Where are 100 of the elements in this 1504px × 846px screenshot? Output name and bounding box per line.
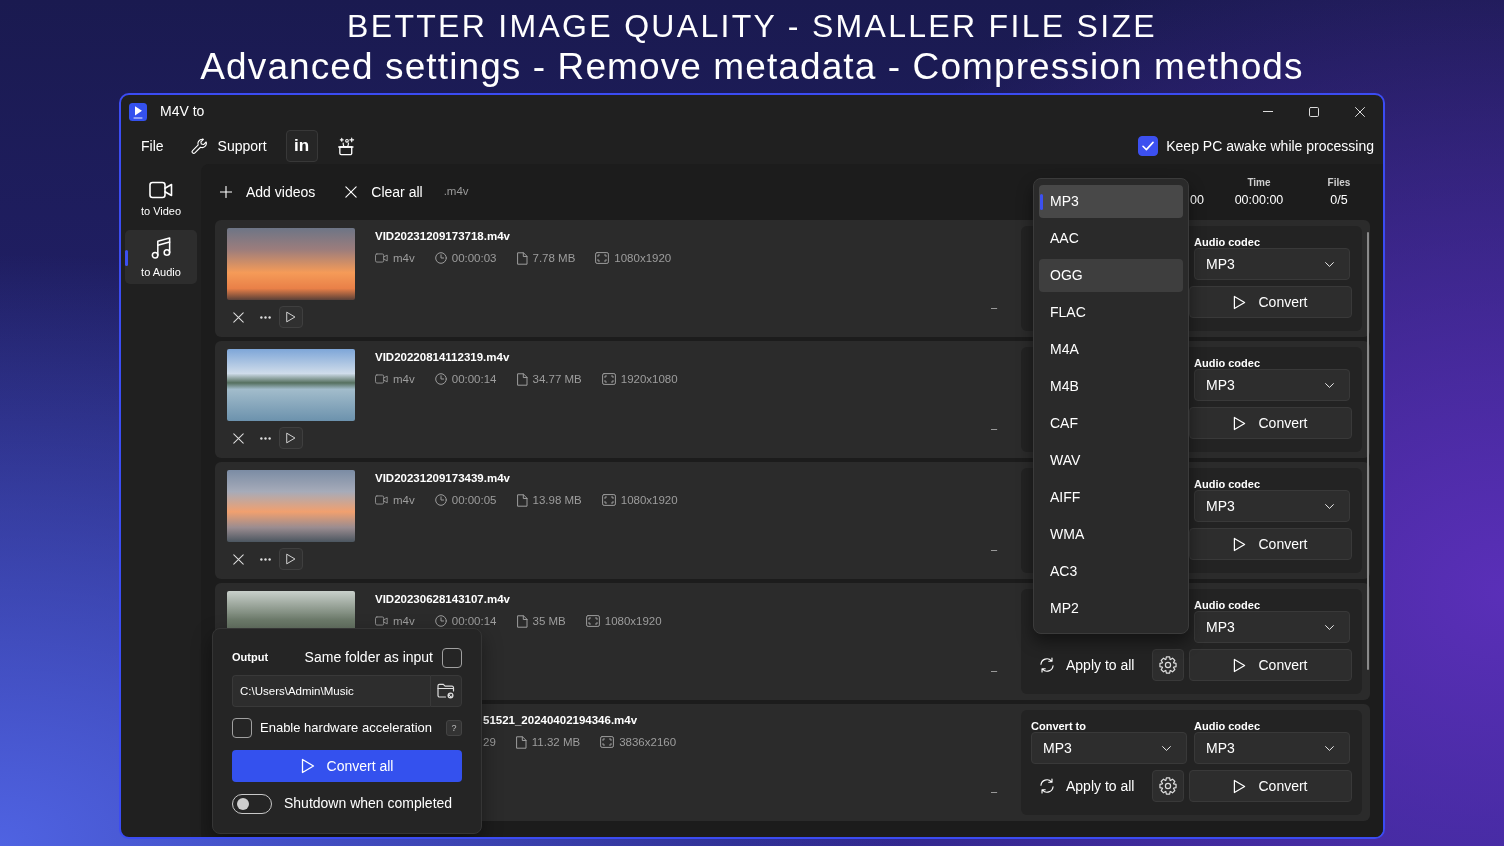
keep-awake-checkbox[interactable] [1138, 136, 1159, 156]
support-button[interactable]: Support [182, 130, 275, 162]
file-name: VID20231209173439.m4v [375, 471, 510, 485]
window-title: M4V to [160, 102, 205, 121]
dropdown-item[interactable]: M4B [1039, 370, 1183, 403]
format-text: m4v [393, 614, 415, 628]
codec-dropdown[interactable]: MP3 [1194, 611, 1350, 643]
duration-text: 00:00:14 [451, 614, 497, 628]
wrench-icon [190, 137, 208, 155]
frame-icon [585, 615, 600, 627]
browse-folder-button[interactable] [430, 675, 462, 707]
clock-icon [434, 615, 447, 627]
convert-all-button[interactable]: Convert all [232, 750, 462, 782]
frame-icon [595, 252, 610, 264]
duration-text: 00:00:14 [451, 372, 497, 386]
convert-button[interactable]: Convert [1189, 528, 1352, 560]
chevron-down-icon [1325, 382, 1334, 388]
field-label: Convert to [1031, 720, 1086, 732]
frame-icon [600, 736, 615, 748]
dropdown-item[interactable]: AIFF [1039, 481, 1183, 514]
format-dropdown[interactable]: MP3 [1031, 732, 1187, 764]
dropdown-item[interactable]: WAV [1039, 444, 1183, 477]
file-icon [516, 614, 528, 628]
minimize-icon [1263, 111, 1273, 112]
format-text: m4v [393, 493, 415, 507]
stat-label: Time [1247, 176, 1271, 189]
file-size-text: 11.32 MB [531, 735, 581, 749]
format-text: m4v [393, 251, 415, 265]
dropdown-item[interactable]: M4A [1039, 333, 1183, 366]
plus-icon [220, 186, 232, 198]
duration-text: 00:00:03 [451, 251, 497, 265]
codec-dropdown[interactable]: MP3 [1194, 369, 1350, 401]
sidebar-item[interactable]: to Audio [125, 230, 197, 284]
stat-value: 00:00:00 [1234, 191, 1284, 208]
play-button[interactable] [279, 548, 303, 570]
social-link-button[interactable]: in [285, 130, 318, 162]
convert-button[interactable]: Convert [1189, 770, 1352, 802]
maximize-icon [1309, 106, 1319, 117]
settings-button[interactable] [1152, 770, 1184, 802]
convert-button[interactable]: Convert [1189, 649, 1352, 681]
hardware-acceleration-checkbox[interactable] [232, 718, 252, 738]
subheadline: Advanced settings - Remove metadata - Compression methods [200, 45, 1304, 89]
dropdown-item[interactable]: AAC [1039, 222, 1183, 255]
dropdown-item[interactable]: OGG [1039, 259, 1183, 292]
settings-icon [1159, 656, 1177, 674]
more-icon [259, 436, 271, 440]
file-size-text: 35 MB [532, 614, 566, 628]
dropdown-item[interactable]: AC3 [1039, 555, 1183, 588]
add-videos-button[interactable]: Add videos [215, 175, 321, 209]
video-camera-icon [375, 616, 388, 626]
same-folder-checkbox[interactable] [442, 647, 462, 668]
menu-item[interactable]: File [133, 130, 172, 162]
apply-to-all-button[interactable]: Apply to all [1031, 770, 1147, 802]
dropdown-item[interactable]: WMA [1039, 518, 1183, 551]
file-icon [515, 735, 527, 749]
clear-all-button[interactable]: Clear all [340, 175, 428, 209]
file-filter-label: .m4v [443, 184, 469, 200]
folder-icon [437, 683, 455, 699]
toggle-label: Shutdown when completed [284, 794, 453, 813]
sync-icon [1039, 778, 1055, 794]
sidebar-item[interactable]: to Video [125, 172, 197, 226]
clock-icon [434, 494, 447, 506]
section-label: Output [232, 650, 269, 666]
frame-icon [601, 494, 616, 506]
sync-icon [1039, 657, 1055, 673]
check-icon [1142, 141, 1155, 151]
codec-dropdown[interactable]: MP3 [1194, 732, 1350, 764]
scrollbar-thumb[interactable] [1367, 232, 1369, 670]
resolution-text: 1080x1920 [614, 251, 672, 265]
play-button[interactable] [279, 306, 303, 328]
play-icon [1233, 294, 1247, 310]
play-button[interactable] [279, 427, 303, 449]
status-text: – [990, 300, 997, 314]
play-icon [300, 758, 315, 774]
codec-dropdown[interactable]: MP3 [1194, 490, 1350, 522]
x-icon [232, 432, 244, 444]
app-logo-icon [129, 102, 147, 121]
video-camera-icon [149, 180, 173, 199]
dropdown-item[interactable]: CAF [1039, 407, 1183, 440]
path-field[interactable]: C:\Users\Admin\Music [232, 675, 430, 707]
settings-button[interactable] [1152, 649, 1184, 681]
field-label: Audio codec [1194, 357, 1260, 369]
x-icon [232, 311, 244, 323]
file-icon [516, 372, 528, 386]
dropdown-item[interactable]: FLAC [1039, 296, 1183, 329]
dropdown-item[interactable]: MP2 [1039, 592, 1183, 625]
help-button[interactable]: ? [446, 720, 462, 736]
status-text: – [990, 663, 997, 677]
video-camera-icon [375, 495, 388, 505]
chevron-down-icon [1325, 261, 1334, 267]
convert-button[interactable]: Convert [1189, 286, 1352, 318]
headline: BETTER IMAGE QUALITY - SMALLER FILE SIZE [347, 7, 1157, 45]
duration-text: 00:00:05 [451, 493, 497, 507]
convert-button[interactable]: Convert [1189, 407, 1352, 439]
apply-to-all-button[interactable]: Apply to all [1031, 649, 1147, 681]
codec-dropdown[interactable]: MP3 [1194, 248, 1350, 280]
play-icon [1233, 657, 1247, 673]
x-icon [232, 553, 244, 565]
dropdown-item[interactable]: MP3 [1039, 185, 1183, 218]
clock-icon [434, 252, 447, 264]
